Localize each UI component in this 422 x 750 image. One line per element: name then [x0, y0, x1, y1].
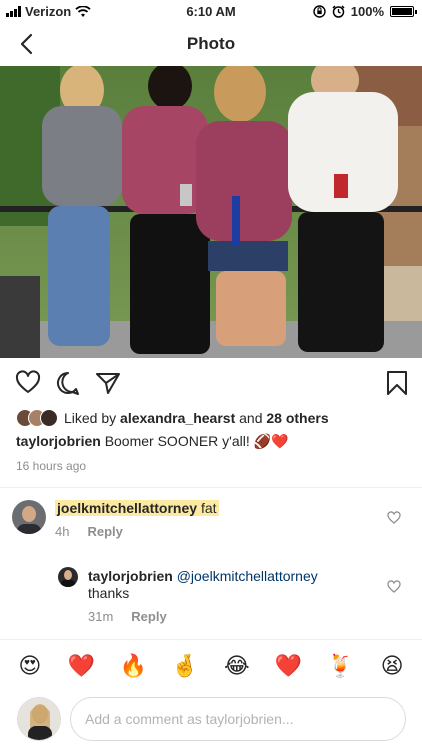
- emoji-tired-face[interactable]: 😫: [376, 654, 408, 679]
- comment-username[interactable]: joelkmitchellattorney: [57, 500, 197, 516]
- emoji-fire[interactable]: 🔥: [117, 654, 149, 679]
- emoji-red-heart-2[interactable]: ❤️: [273, 654, 305, 679]
- post-photo[interactable]: [0, 66, 422, 358]
- photo-image: [0, 66, 422, 358]
- comment-text: fat: [200, 500, 217, 516]
- avatar-image: [12, 500, 46, 534]
- comment-body: joelkmitchellattorney fat: [55, 500, 219, 516]
- comment-icon[interactable]: [55, 370, 81, 396]
- comment-text: thanks: [88, 585, 130, 601]
- comment-like-icon[interactable]: [387, 511, 401, 525]
- comment-time: 4h: [55, 524, 70, 539]
- avatar: [17, 697, 61, 741]
- rotation-lock-icon: [313, 5, 326, 18]
- liked-by-and: and: [239, 410, 263, 426]
- comment-username[interactable]: taylorjobrien: [88, 568, 173, 584]
- emoji-bar: 😍 ❤️ 🔥 🤞 😂 ❤️ 🍹 😫: [0, 650, 422, 682]
- liked-by-prefix: Liked by: [64, 410, 117, 426]
- emoji-heart-eyes[interactable]: 😍: [14, 654, 46, 679]
- avatar[interactable]: [58, 567, 78, 587]
- avatar-image: [58, 567, 78, 587]
- emoji-tropical-drink[interactable]: 🍹: [324, 654, 356, 679]
- emoji-tears-of-joy[interactable]: 😂: [221, 654, 253, 679]
- status-right: 100%: [313, 4, 417, 19]
- comment-time: 31m: [88, 609, 114, 624]
- avatar[interactable]: [12, 500, 46, 534]
- likes-row[interactable]: Liked by alexandra_hearst and 28 others: [16, 408, 329, 428]
- liked-by-others[interactable]: 28 others: [266, 410, 328, 426]
- nav-bar: Photo: [0, 22, 422, 66]
- comment-like-icon[interactable]: [387, 580, 401, 594]
- status-bar: Verizon 6:10 AM 100%: [0, 0, 422, 22]
- caption-text: Boomer SOONER y'all! 🏈❤️: [104, 433, 289, 449]
- reply-button[interactable]: Reply: [131, 609, 166, 624]
- post-caption: taylorjobrien Boomer SOONER y'all! 🏈❤️: [16, 433, 289, 450]
- page-title: Photo: [186, 34, 236, 53]
- reply-button[interactable]: Reply: [87, 524, 122, 539]
- reply-body: taylorjobrien @joelkmitchellattorney tha…: [88, 568, 318, 602]
- liker-avatars: [16, 409, 58, 427]
- heart-icon[interactable]: [15, 370, 41, 396]
- comment-input[interactable]: [70, 697, 406, 741]
- caption-username[interactable]: taylorjobrien: [16, 433, 101, 449]
- emoji-red-heart[interactable]: ❤️: [66, 654, 98, 679]
- bookmark-icon[interactable]: [384, 370, 410, 396]
- liked-by-user[interactable]: alexandra_hearst: [120, 410, 235, 426]
- battery-percent: 100%: [350, 4, 384, 19]
- comment-meta: 31m Reply: [88, 609, 167, 624]
- comment-composer: [0, 695, 422, 745]
- avatar: [40, 409, 58, 427]
- divider: [0, 487, 422, 488]
- avatar-image: [18, 698, 60, 740]
- divider: [0, 639, 422, 640]
- post-actions: [0, 368, 422, 398]
- comment-meta: 4h Reply: [55, 524, 123, 539]
- share-icon[interactable]: [95, 370, 121, 396]
- alarm-icon: [332, 5, 345, 18]
- emoji-crossed-fingers[interactable]: 🤞: [169, 654, 201, 679]
- comment-mention[interactable]: @joelkmitchellattorney: [177, 568, 318, 584]
- post-timestamp: 16 hours ago: [16, 459, 87, 473]
- battery-icon: [390, 6, 417, 17]
